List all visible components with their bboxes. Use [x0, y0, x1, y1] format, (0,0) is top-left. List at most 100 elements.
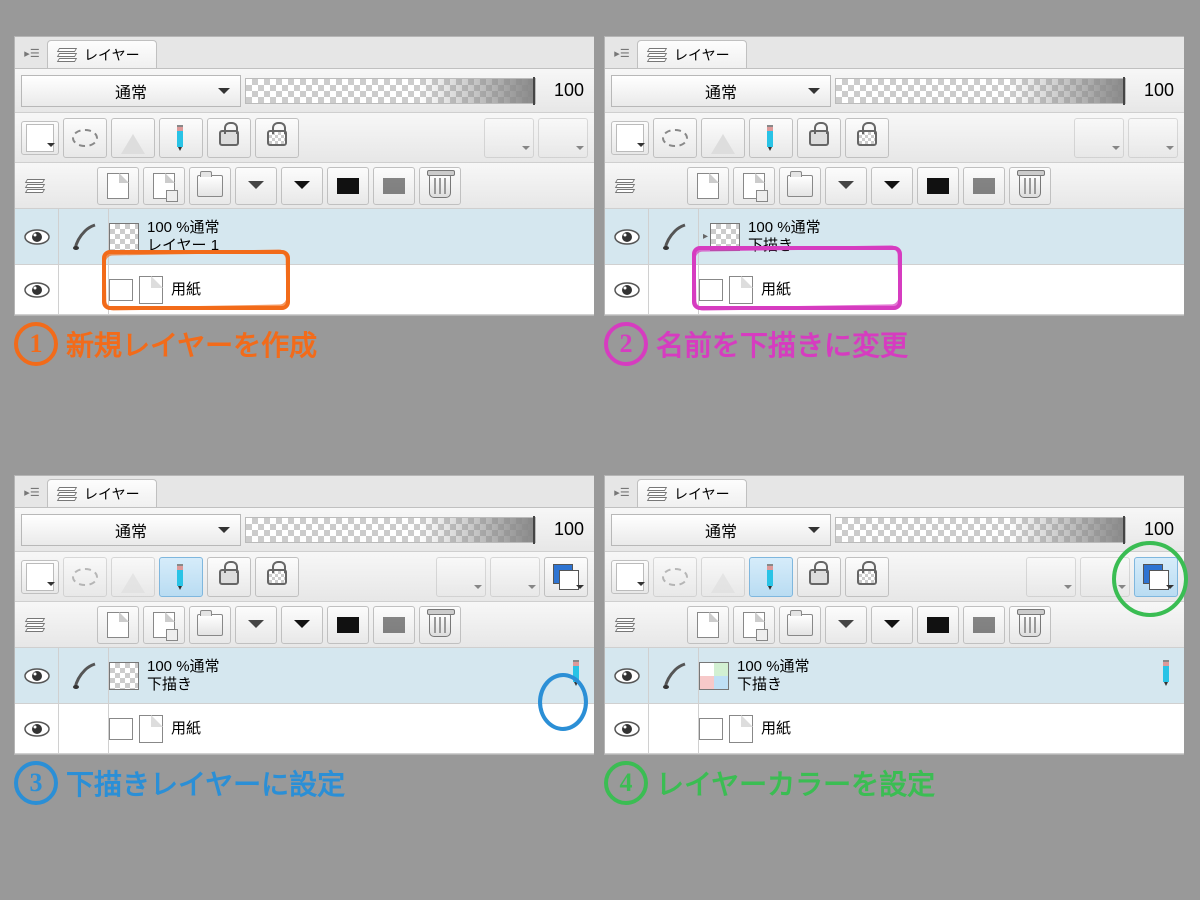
new-vector-layer-button[interactable]: [733, 167, 775, 205]
opacity-value[interactable]: 100: [540, 519, 588, 540]
merge-down-button[interactable]: [281, 167, 323, 205]
layers-tab[interactable]: レイヤー: [637, 40, 747, 68]
new-folder-button[interactable]: [189, 167, 231, 205]
panel-collapse-icon[interactable]: ▸☰: [611, 42, 633, 64]
ruler-enable-button[interactable]: [1128, 118, 1178, 158]
mask-enable-button[interactable]: [1074, 118, 1124, 158]
opacity-value[interactable]: 100: [1130, 80, 1178, 101]
reference-layer-button[interactable]: [111, 557, 155, 597]
lock-transparent-button[interactable]: [255, 118, 299, 158]
clip-mask-button[interactable]: [63, 118, 107, 158]
delete-layer-button[interactable]: [1009, 167, 1051, 205]
layer-color-button[interactable]: [544, 557, 588, 597]
multi-layers-icon[interactable]: [611, 611, 639, 639]
panel-collapse-icon[interactable]: ▸☰: [21, 481, 43, 503]
layer-row-selected[interactable]: 100 %通常 下描き: [15, 648, 594, 704]
paper-layer-row[interactable]: 用紙: [15, 265, 594, 315]
mask-enable-button[interactable]: [1026, 557, 1076, 597]
layer-mask-button[interactable]: [917, 606, 959, 644]
transfer-down-button[interactable]: [235, 606, 277, 644]
lock-layer-button[interactable]: [797, 118, 841, 158]
layer-mask-button[interactable]: [917, 167, 959, 205]
apply-mask-button[interactable]: [963, 167, 1005, 205]
new-layer-button[interactable]: [687, 606, 729, 644]
transfer-down-button[interactable]: [825, 167, 867, 205]
layer-name[interactable]: 下描き: [748, 237, 821, 254]
clip-mask-button[interactable]: [653, 557, 697, 597]
mask-enable-button[interactable]: [436, 557, 486, 597]
palette-color-button[interactable]: [611, 121, 649, 155]
lock-layer-button[interactable]: [207, 118, 251, 158]
ruler-enable-button[interactable]: [490, 557, 540, 597]
opacity-slider[interactable]: [245, 78, 536, 104]
paper-layer-row[interactable]: 用紙: [15, 704, 594, 754]
panel-collapse-icon[interactable]: ▸☰: [611, 481, 633, 503]
new-vector-layer-button[interactable]: [143, 606, 185, 644]
paper-layer-row[interactable]: 用紙: [605, 265, 1184, 315]
reference-layer-button[interactable]: [701, 118, 745, 158]
opacity-slider[interactable]: [835, 517, 1126, 543]
paper-layer-row[interactable]: 用紙: [605, 704, 1184, 754]
lock-transparent-button[interactable]: [845, 557, 889, 597]
delete-layer-button[interactable]: [1009, 606, 1051, 644]
layer-row-selected[interactable]: 100 %通常 レイヤー 1: [15, 209, 594, 265]
opacity-slider[interactable]: [245, 517, 536, 543]
multi-layers-icon[interactable]: [611, 172, 639, 200]
delete-layer-button[interactable]: [419, 606, 461, 644]
palette-color-button[interactable]: [21, 560, 59, 594]
layer-mask-button[interactable]: [327, 606, 369, 644]
apply-mask-button[interactable]: [963, 606, 1005, 644]
eye-icon[interactable]: [23, 227, 51, 247]
eye-icon[interactable]: [23, 280, 51, 300]
draft-layer-button[interactable]: [159, 557, 203, 597]
reference-layer-button[interactable]: [111, 118, 155, 158]
layer-color-button[interactable]: [1134, 557, 1178, 597]
new-vector-layer-button[interactable]: [143, 167, 185, 205]
blend-mode-dropdown[interactable]: 通常: [611, 75, 831, 107]
opacity-slider[interactable]: [835, 78, 1126, 104]
new-layer-button[interactable]: [97, 606, 139, 644]
palette-color-button[interactable]: [611, 560, 649, 594]
eye-icon[interactable]: [613, 666, 641, 686]
layers-tab[interactable]: レイヤー: [637, 479, 747, 507]
eye-icon[interactable]: [23, 719, 51, 739]
layer-row-selected[interactable]: ▸ 100 %通常 下描き: [605, 209, 1184, 265]
opacity-value[interactable]: 100: [1130, 519, 1178, 540]
panel-collapse-icon[interactable]: ▸☰: [21, 42, 43, 64]
apply-mask-button[interactable]: [373, 606, 415, 644]
merge-down-button[interactable]: [871, 167, 913, 205]
layer-name[interactable]: レイヤー 1: [147, 237, 220, 254]
layer-name[interactable]: 用紙: [761, 281, 791, 298]
transfer-down-button[interactable]: [235, 167, 277, 205]
blend-mode-dropdown[interactable]: 通常: [21, 75, 241, 107]
new-vector-layer-button[interactable]: [733, 606, 775, 644]
blend-mode-dropdown[interactable]: 通常: [21, 514, 241, 546]
lock-transparent-button[interactable]: [845, 118, 889, 158]
mask-enable-button[interactable]: [484, 118, 534, 158]
layers-tab[interactable]: レイヤー: [47, 479, 157, 507]
layer-row-selected[interactable]: 100 %通常 下描き: [605, 648, 1184, 704]
layer-name[interactable]: 用紙: [171, 281, 201, 298]
palette-color-button[interactable]: [21, 121, 59, 155]
layers-tab[interactable]: レイヤー: [47, 40, 157, 68]
new-folder-button[interactable]: [779, 606, 821, 644]
lock-layer-button[interactable]: [207, 557, 251, 597]
ruler-enable-button[interactable]: [1080, 557, 1130, 597]
eye-icon[interactable]: [613, 280, 641, 300]
apply-mask-button[interactable]: [373, 167, 415, 205]
layer-mask-button[interactable]: [327, 167, 369, 205]
layer-name[interactable]: 用紙: [171, 720, 201, 737]
ruler-enable-button[interactable]: [538, 118, 588, 158]
reference-layer-button[interactable]: [701, 557, 745, 597]
multi-layers-icon[interactable]: [21, 172, 49, 200]
blend-mode-dropdown[interactable]: 通常: [611, 514, 831, 546]
delete-layer-button[interactable]: [419, 167, 461, 205]
opacity-value[interactable]: 100: [540, 80, 588, 101]
draft-layer-button[interactable]: [749, 557, 793, 597]
new-folder-button[interactable]: [189, 606, 231, 644]
new-folder-button[interactable]: [779, 167, 821, 205]
new-layer-button[interactable]: [97, 167, 139, 205]
draft-layer-button[interactable]: [749, 118, 793, 158]
lock-transparent-button[interactable]: [255, 557, 299, 597]
lock-layer-button[interactable]: [797, 557, 841, 597]
